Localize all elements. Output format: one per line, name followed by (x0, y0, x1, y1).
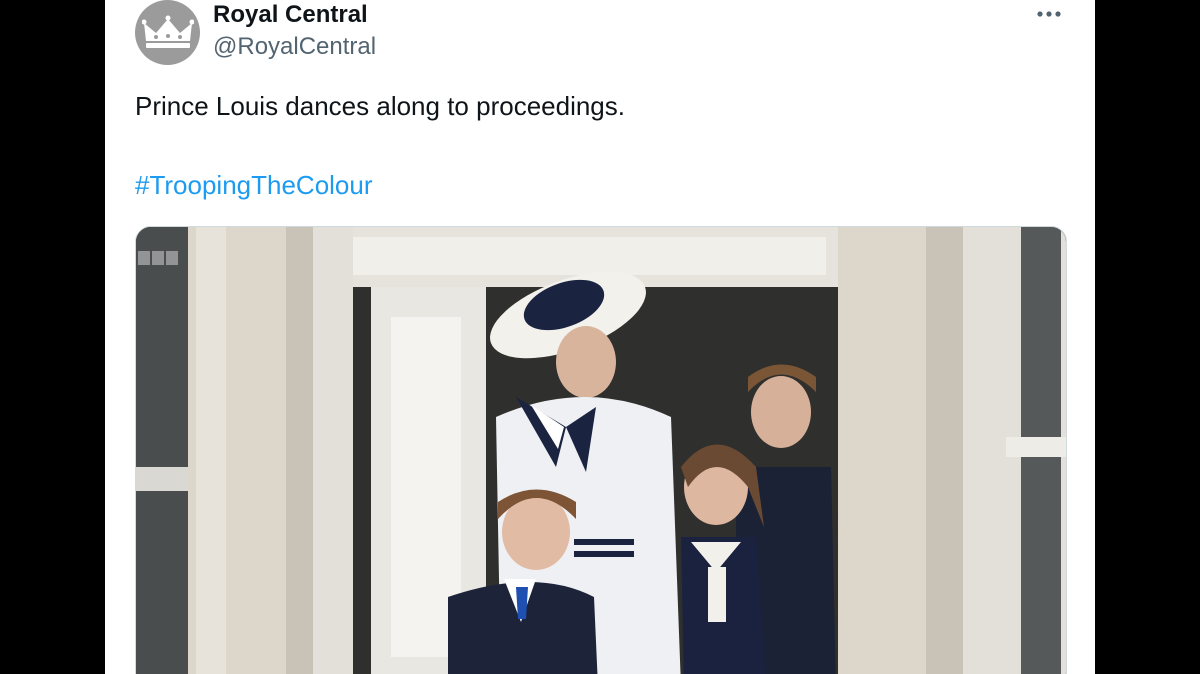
tweet-card[interactable]: Royal Central @RoyalCentral Prince Louis… (105, 0, 1095, 674)
avatar[interactable] (135, 0, 200, 65)
more-options-button[interactable] (1031, 2, 1067, 26)
bbc-watermark (138, 251, 178, 265)
crown-icon (141, 15, 194, 48)
user-handle[interactable]: @RoyalCentral (213, 32, 376, 62)
hashtag-link[interactable]: #TroopingTheColour (135, 167, 373, 203)
balcony-scene-image (136, 227, 1066, 674)
tweet-text: Prince Louis dances along to proceedings… (135, 91, 625, 121)
tweet-media-video[interactable] (135, 226, 1067, 674)
display-name[interactable]: Royal Central (213, 0, 368, 30)
more-horizontal-icon (1037, 11, 1061, 17)
